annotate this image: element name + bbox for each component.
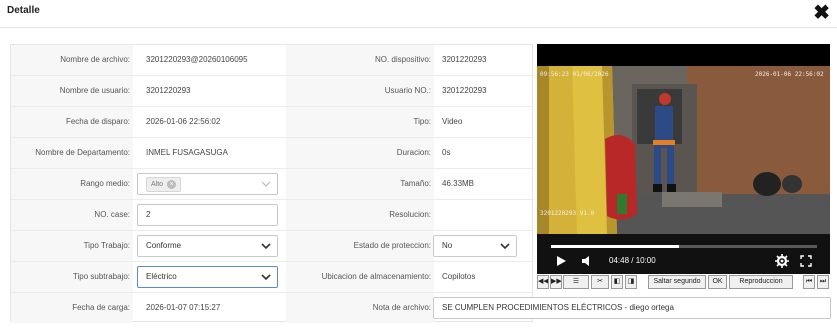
chevron-down-icon: [261, 274, 271, 281]
work-type-label: Tipo Trabajo:: [11, 231, 133, 261]
user-no-label: Usuario NO.:: [286, 76, 434, 106]
subwork-type-select[interactable]: Eléctrico: [137, 266, 278, 288]
type-value: Video: [442, 117, 463, 126]
scissors-icon[interactable]: ✂: [591, 275, 609, 289]
storage-location-value: Copilotos: [442, 272, 476, 281]
time-display: 04:48 / 10:00: [609, 256, 656, 265]
resolution-value: [442, 200, 530, 230]
subwork-type-value: Eléctrico: [146, 272, 177, 281]
device-no-label: NO. dispositivo:: [286, 45, 434, 75]
rewind-icon[interactable]: ◀◀: [537, 275, 549, 289]
file-note-input[interactable]: SE CUMPLEN PROCEDIMIENTOS ELÉCTRICOS - d…: [433, 297, 831, 319]
department-value: INMEL FUSAGASUGA: [146, 148, 228, 157]
duration-value: 0s: [442, 148, 451, 157]
work-type-value: Conforme: [146, 241, 182, 250]
media-range-tag: Alto ×: [146, 177, 182, 192]
table-row: Rango medio: Alto × Tamaño: 46.33MB: [11, 169, 534, 200]
table-row: Tipo Trabajo: Conforme Estado de protecc…: [11, 231, 534, 262]
osd-bottom-left: 3201220293 V1.0: [540, 210, 595, 217]
storage-location-label: Ubicacion de almacenamiento:: [286, 262, 434, 292]
playback-toolbar: ◀◀ ▶▶ ☰ ✂ ◧ ◨ Saltar segundo OK Reproduc…: [537, 275, 830, 289]
file-name-value: 3201220293@20260106095: [146, 55, 248, 64]
video-frame: [537, 44, 830, 274]
detail-form: Nombre de archivo: 3201220293@2026010609…: [10, 44, 831, 324]
file-name-label: Nombre de archivo:: [11, 45, 133, 75]
subwork-type-label: Tipo subtrabajo:: [11, 262, 133, 292]
upload-date-label: Fecha de carga:: [11, 293, 133, 323]
playback-button[interactable]: Reproduccion: [729, 275, 793, 289]
skip-seconds-input[interactable]: Saltar segundo: [648, 275, 706, 289]
dialog-title: Detalle: [7, 5, 40, 16]
osd-top-right: 2026-01-06 22:56:02: [755, 71, 824, 78]
frame-forward-icon[interactable]: ◨: [625, 275, 637, 289]
protection-state-select[interactable]: No: [433, 235, 517, 257]
dialog-header: Detalle ✖: [0, 0, 837, 28]
list-icon[interactable]: ☰: [563, 275, 589, 289]
remove-tag-icon[interactable]: ×: [167, 179, 177, 189]
table-row: Nombre de archivo: 3201220293@2026010609…: [11, 45, 534, 76]
chevron-down-icon: [261, 181, 271, 187]
table-row: NO. case: 2 Resolucion:: [11, 200, 534, 231]
file-note-label: Nota de archivo:: [286, 293, 434, 323]
table-row: Fecha de carga: 2026-01-07 07:15:27 Nota…: [11, 293, 831, 324]
department-label: Nombre de Departamento:: [11, 138, 133, 168]
progress-fill: [551, 245, 679, 248]
osd-top-left: 09:56:23 01/06/2026: [540, 71, 609, 78]
video-player[interactable]: 09:56:23 01/06/2026 2026-01-06 22:56:02 …: [537, 44, 830, 274]
duration-label: Duracion:: [286, 138, 434, 168]
fullscreen-icon[interactable]: [800, 255, 812, 267]
protection-state-value: No: [442, 241, 453, 250]
table-row: Tipo subtrabajo: Eléctrico Ubicacion de …: [11, 262, 534, 293]
upload-date-value: 2026-01-07 07:15:27: [146, 303, 221, 312]
chevron-down-icon: [261, 243, 271, 250]
user-name-label: Nombre de usuario:: [11, 76, 133, 106]
case-no-input[interactable]: 2: [137, 204, 278, 226]
next-icon[interactable]: ⏭: [817, 275, 829, 289]
media-range-select[interactable]: Alto ×: [137, 173, 278, 195]
device-no-value: 3201220293: [442, 55, 487, 64]
trigger-date-value: 2026-01-06 22:56:02: [146, 117, 221, 126]
fast-forward-icon[interactable]: ▶▶: [550, 275, 562, 289]
size-label: Tamaño:: [286, 169, 434, 199]
resolution-label: Resolucion:: [286, 200, 434, 230]
table-row: Nombre de usuario: 3201220293 Usuario NO…: [11, 76, 534, 107]
user-name-value: 3201220293: [146, 86, 191, 95]
size-value: 46.33MB: [442, 179, 475, 188]
frame-back-icon[interactable]: ◧: [611, 275, 623, 289]
ok-button[interactable]: OK: [708, 275, 727, 289]
settings-gear-icon[interactable]: [775, 254, 789, 268]
user-no-value: 3201220293: [442, 86, 487, 95]
table-row: Fecha de disparo: 2026-01-06 22:56:02 Ti…: [11, 107, 534, 138]
trigger-date-label: Fecha de disparo:: [11, 107, 133, 137]
play-icon[interactable]: [555, 255, 567, 267]
table-row: Nombre de Departamento: INMEL FUSAGASUGA…: [11, 138, 534, 169]
media-range-tag-label: Alto: [151, 181, 164, 188]
work-type-select[interactable]: Conforme: [137, 235, 278, 257]
close-icon[interactable]: ✖: [813, 3, 830, 23]
case-no-label: NO. case:: [11, 200, 133, 230]
volume-icon[interactable]: [581, 255, 593, 267]
media-range-label: Rango medio:: [11, 169, 133, 199]
type-label: Tipo:: [286, 107, 434, 137]
protection-state-label: Estado de proteccion:: [286, 231, 434, 261]
chevron-down-icon: [500, 243, 510, 250]
prev-icon[interactable]: ⏮: [803, 275, 815, 289]
progress-bar[interactable]: [551, 245, 817, 248]
